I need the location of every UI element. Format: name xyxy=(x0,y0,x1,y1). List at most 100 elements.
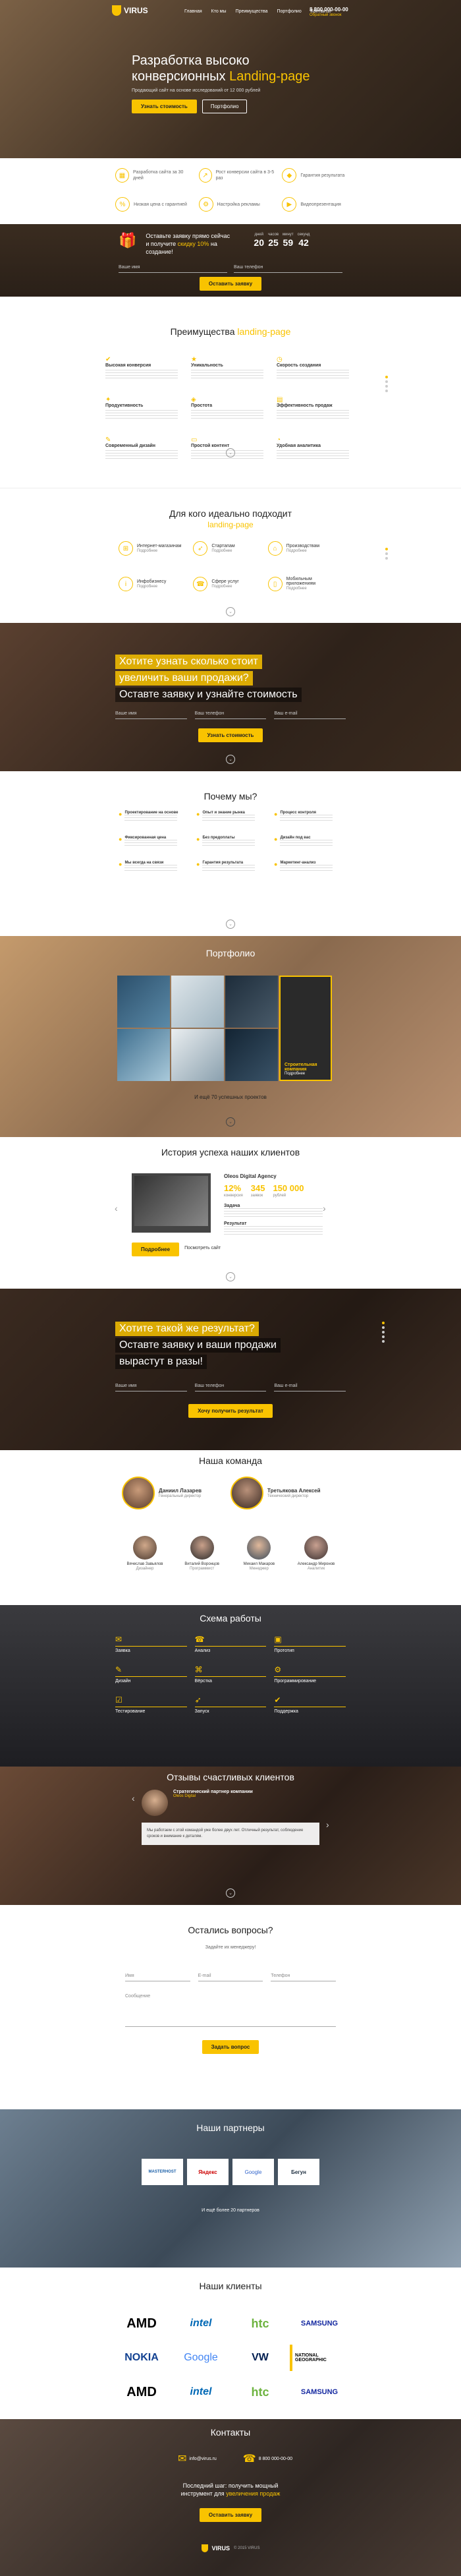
team-members: Вячеслав Завьялов Дизайнер Виталий Воронц… xyxy=(119,1536,342,1571)
scheme-step: ✎ Дизайн xyxy=(115,1665,187,1683)
header-phone[interactable]: 8 800 000-00-00 xyxy=(310,7,348,13)
slider-dots[interactable] xyxy=(385,548,388,560)
cta1-phone-input[interactable]: Ваш телефон xyxy=(194,709,267,719)
case-site-link[interactable]: Посмотреть сайт xyxy=(184,1243,221,1256)
more-link[interactable]: Подробнее xyxy=(211,548,234,554)
client-logo: intel xyxy=(190,2386,212,2397)
scroll-down-icon[interactable]: ⌄ xyxy=(226,920,235,929)
partner-logo[interactable]: Яндекс xyxy=(187,2159,229,2185)
more-link[interactable]: Подробнее xyxy=(211,584,239,589)
timer-submit-button[interactable]: Оставить заявку xyxy=(199,277,262,291)
question-name-input[interactable]: Имя xyxy=(125,1971,190,1981)
portfolio-thumb[interactable] xyxy=(225,976,278,1028)
cta1-submit-button[interactable]: Узнать стоимость xyxy=(198,728,263,742)
play-icon: ▶ xyxy=(282,197,297,212)
timer-section: 🎁 Оставьте заявку прямо сейчас и получит… xyxy=(0,224,461,297)
clients-title: Наши клиенты xyxy=(199,2281,262,2291)
nav-portfolio[interactable]: Портфолио xyxy=(277,9,301,14)
partners-footer: И ещё более 20 партнеров xyxy=(202,2208,259,2213)
cta1-name-input[interactable]: Ваше имя xyxy=(115,709,187,719)
slider-dots[interactable] xyxy=(382,1322,385,1343)
next-arrow-icon[interactable]: › xyxy=(326,1819,329,1830)
cta1-email-input[interactable]: Ваш e-mail xyxy=(274,709,346,719)
partner-logo[interactable]: Google xyxy=(232,2159,274,2185)
scroll-down-icon[interactable]: ⌄ xyxy=(226,1117,235,1127)
contact-phone[interactable]: 8 800 000-00-00 xyxy=(259,2457,292,2461)
timer-hours: 25 xyxy=(268,237,279,248)
advantage-item: ▤ Эффективность продаж xyxy=(277,396,349,419)
client-logo: SAMSUNG xyxy=(300,2388,339,2396)
case-details: Oleos Digital Agency 12% конверсия 345 зая… xyxy=(224,1173,323,1235)
timer-name-input[interactable]: Ваше имя xyxy=(119,262,227,273)
portfolio-highlight[interactable]: Строительная компания Подробнее xyxy=(279,976,332,1081)
tag-icon: ◆ xyxy=(282,168,297,183)
portfolio-thumb[interactable] xyxy=(171,1029,224,1081)
portfolio-more-link[interactable]: Подробнее xyxy=(285,1072,327,1076)
slider-dots[interactable] xyxy=(385,376,388,392)
cases-section: История успеха наших клиентов ‹ › Подроб… xyxy=(0,1137,461,1289)
scroll-down-icon[interactable]: ⌄ xyxy=(226,1272,235,1281)
callback-link[interactable]: Обратный звонок xyxy=(310,13,342,17)
check-circle-icon: ✔ xyxy=(274,1695,281,1705)
partner-logo[interactable]: MASTERHOST xyxy=(142,2159,183,2185)
scheme-step: ⚙ Программирование xyxy=(274,1665,346,1683)
question-email-input[interactable]: E-mail xyxy=(198,1971,263,1981)
more-link[interactable]: Подробнее xyxy=(137,584,166,589)
scroll-down-icon[interactable]: ⌄ xyxy=(226,1888,235,1898)
check-icon: ● xyxy=(274,811,278,817)
feature-item: ⚙ Настройка рекламы xyxy=(198,197,276,212)
timer-minutes: 59 xyxy=(283,237,294,248)
questions-title: Остались вопросы? xyxy=(188,1925,273,1935)
code-icon: ⌘ xyxy=(194,1665,203,1674)
feature-item: ▶ Видеопрезентация xyxy=(282,197,359,212)
next-arrow-icon[interactable]: › xyxy=(323,1203,326,1214)
nav-advantages[interactable]: Преимущества xyxy=(236,9,268,14)
cta2-phone-input[interactable]: Ваш телефон xyxy=(194,1381,267,1391)
case-more-button[interactable]: Подробнее xyxy=(132,1243,180,1256)
portfolio-thumb[interactable] xyxy=(117,976,170,1028)
footer-brand: VIRUS xyxy=(211,2545,230,2552)
team-lead: Третьякова Алексей Технический директор xyxy=(230,1477,321,1509)
portfolio-thumb[interactable] xyxy=(171,976,224,1028)
portfolio-title: Портфолио xyxy=(205,948,256,958)
avatar xyxy=(133,1536,157,1560)
contacts-submit-button[interactable]: Оставить заявку xyxy=(199,2508,262,2522)
team-title: Наша команда xyxy=(199,1455,262,1466)
scheme-step: ⌘ Вёрстка xyxy=(194,1665,267,1683)
why-item: ● Дизайн под вас xyxy=(274,836,342,848)
avatar xyxy=(122,1477,155,1509)
hero-price-button[interactable]: Узнать стоимость xyxy=(132,100,197,113)
scroll-down-icon[interactable]: ⌄ xyxy=(226,607,235,616)
portfolio-thumb[interactable] xyxy=(225,1029,278,1081)
timer-phone-input[interactable]: Ваш телефон xyxy=(234,262,342,273)
partner-logo[interactable]: Бегун xyxy=(278,2159,319,2185)
portfolio-grid: Строительная компания Подробнее xyxy=(117,976,332,1081)
client-logo: SAMSUNG xyxy=(300,2320,339,2327)
contact-email[interactable]: info@virus.ru xyxy=(189,2457,216,2461)
question-message-textarea[interactable]: Сообщение xyxy=(125,1994,336,2027)
advantages-section: Преимущества landing-page ✔ Высокая конве… xyxy=(0,297,461,488)
nav-about[interactable]: Кто мы xyxy=(211,9,227,14)
cta2-name-input[interactable]: Ваше имя xyxy=(115,1381,187,1391)
more-link[interactable]: Подробнее xyxy=(286,548,319,554)
prev-arrow-icon[interactable]: ‹ xyxy=(115,1203,118,1214)
cta2-email-input[interactable]: Ваш e-mail xyxy=(274,1381,346,1391)
hero-subtitle: Продающий сайт на основе исследований от… xyxy=(132,88,261,93)
logo[interactable]: VIRUS xyxy=(112,5,148,16)
prev-arrow-icon[interactable]: ‹ xyxy=(132,1793,135,1803)
check-icon: ● xyxy=(274,836,278,842)
question-submit-button[interactable]: Задать вопрос xyxy=(202,2040,259,2054)
more-link[interactable]: Подробнее xyxy=(137,548,181,554)
question-phone-input[interactable]: Телефон xyxy=(271,1971,337,1981)
scroll-down-icon[interactable]: ⌄ xyxy=(226,448,235,457)
audience-item: ➶ Стартапам Подробнее xyxy=(193,541,267,556)
more-link[interactable]: Подробнее xyxy=(286,586,342,591)
cta2-submit-button[interactable]: Хочу получить результат xyxy=(188,1404,273,1418)
service-icon: ☎ xyxy=(193,577,208,591)
feature-item: ▦ Разработка сайта за 30 дней xyxy=(115,168,192,183)
hero-portfolio-button[interactable]: Портфолио xyxy=(202,100,248,113)
nav-home[interactable]: Главная xyxy=(184,9,202,14)
portfolio-thumb[interactable] xyxy=(117,1029,170,1081)
contacts-promo: Последний шаг: получить мощный инструмен… xyxy=(180,2482,281,2497)
scroll-down-icon[interactable]: ⌄ xyxy=(226,755,235,764)
